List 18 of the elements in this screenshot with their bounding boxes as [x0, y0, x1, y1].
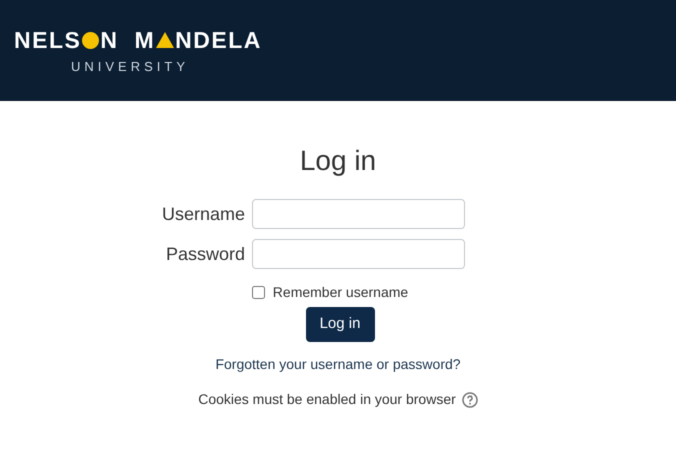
circle-icon: [82, 32, 100, 48]
triangle-icon: [156, 32, 174, 48]
username-field[interactable]: [252, 199, 465, 229]
help-icon[interactable]: [462, 392, 478, 408]
logo-text: NDELA: [175, 28, 262, 52]
forgot-password-link[interactable]: Forgotten your username or password?: [215, 354, 461, 375]
field-label: Username: [160, 202, 245, 226]
page-title: Log in: [300, 147, 376, 175]
logo-text: NELS: [14, 28, 82, 52]
cookies-note: Cookies must be enabled in your browser: [198, 390, 456, 409]
logo-subtitle: UNIVERSITY: [71, 60, 190, 72]
field-label: Password: [164, 242, 245, 266]
login-button[interactable]: Log in: [306, 307, 374, 342]
remember-checkbox[interactable]: [252, 286, 265, 299]
logo-text: M: [134, 28, 156, 52]
password-field[interactable]: [252, 239, 465, 269]
logo-text: N: [100, 28, 118, 52]
remember-label: Remember username: [272, 283, 408, 302]
